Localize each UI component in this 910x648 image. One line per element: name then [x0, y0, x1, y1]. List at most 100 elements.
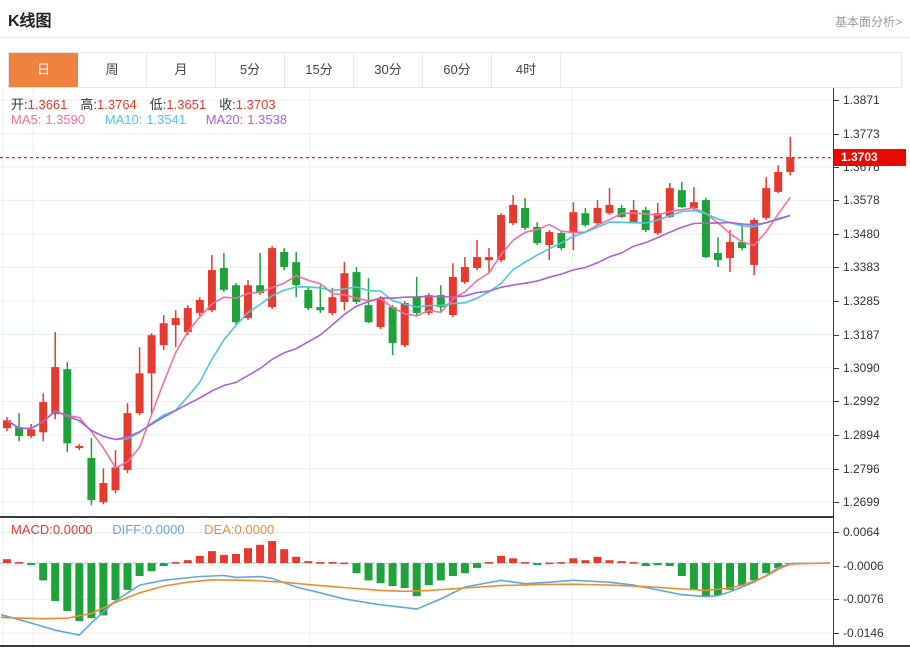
dea-value: 0.0000: [235, 522, 275, 537]
candle: [401, 301, 409, 347]
dea-value-info: DEA:0.0000: [204, 522, 274, 537]
axis-label: -0.0146: [843, 626, 884, 640]
axis-label: 1.2796: [843, 462, 880, 476]
candle: [3, 417, 11, 431]
candle: [581, 208, 589, 227]
macd-bar: [208, 551, 216, 563]
macd-bar: [244, 548, 252, 563]
candle: [618, 205, 626, 218]
macd-bar: [365, 563, 373, 580]
macd-bar: [136, 563, 144, 576]
axis-tick: [834, 134, 839, 135]
candle: [762, 177, 770, 220]
candle: [148, 333, 156, 415]
macd-bar: [148, 563, 156, 571]
candle: [413, 277, 421, 315]
candle: [642, 207, 650, 232]
candle: [51, 332, 59, 419]
tab-月[interactable]: 月: [147, 53, 216, 87]
axis-label: 1.2699: [843, 495, 880, 509]
tab-15分[interactable]: 15分: [285, 53, 354, 87]
chart-area: 开:1.3661高:1.3764低:1.3651收:1.3703 MA5:1.3…: [0, 88, 910, 648]
macd-bar: [618, 561, 626, 563]
ma5-label: MA5:: [11, 112, 41, 127]
macd-bar: [473, 563, 481, 568]
candle: [172, 310, 180, 347]
macd-bar: [702, 563, 710, 596]
macd-bar: [268, 541, 276, 563]
axis-tick: [834, 469, 839, 470]
macd-bar: [726, 563, 734, 590]
macd-bar: [690, 563, 698, 590]
candle: [112, 450, 120, 493]
axis-tick: [834, 301, 839, 302]
axis-label: 1.3090: [843, 361, 880, 375]
candle: [389, 305, 397, 355]
tab-60分[interactable]: 60分: [423, 53, 492, 87]
axis-tick: [834, 599, 839, 600]
candle: [292, 252, 300, 297]
ohlc-info: 开:1.3661高:1.3764低:1.3651收:1.3703: [11, 94, 289, 113]
ma-info: MA5:1.3590 MA10:1.3541 MA20:1.3538: [11, 112, 303, 127]
macd-bar: [27, 563, 35, 565]
tab-日[interactable]: 日: [9, 53, 78, 87]
axis-tick: [834, 267, 839, 268]
tab-周[interactable]: 周: [78, 53, 147, 87]
candle: [714, 237, 722, 267]
ma5-info: MA5: 1.3590: [11, 112, 85, 127]
axis-label: -0.0076: [843, 592, 884, 606]
ma5-value: 1.3590: [45, 112, 85, 127]
candle: [738, 223, 746, 250]
low-label: 低:: [150, 97, 167, 112]
macd-bar: [533, 563, 541, 565]
macd-bar: [112, 563, 120, 600]
axis-label: 1.3383: [843, 260, 880, 274]
macd-bar: [280, 549, 288, 563]
ma20-info: MA20:1.3538: [206, 112, 287, 127]
candlestick-chart[interactable]: [0, 88, 833, 518]
macd-bar: [545, 563, 553, 565]
tab-4时[interactable]: 4时: [492, 53, 561, 87]
macd-bar: [642, 563, 650, 566]
page-title: K线图: [8, 7, 52, 31]
candle: [63, 362, 71, 452]
macd-bar: [51, 563, 59, 601]
candle: [220, 253, 228, 292]
open-value: 1.3661: [28, 97, 68, 112]
macd-info: MACD:0.0000 DIFF: 0.0000 DEA:0.0000: [11, 522, 290, 537]
candle: [461, 257, 469, 284]
macd-bar: [39, 563, 47, 580]
tab-5分[interactable]: 5分: [216, 53, 285, 87]
close-label: 收:: [219, 97, 236, 112]
candle: [316, 285, 324, 313]
candle: [232, 283, 240, 324]
axis-tick: [834, 401, 839, 402]
candle: [304, 287, 312, 310]
candle: [473, 240, 481, 270]
macd-bar: [3, 559, 11, 563]
axis-label: 0.0064: [843, 525, 880, 539]
candle: [280, 248, 288, 270]
candles: [3, 137, 794, 506]
macd-value-info: MACD:0.0000: [11, 522, 93, 537]
candle: [569, 202, 577, 250]
axis-tick: [834, 234, 839, 235]
diff-label: DIFF:: [112, 522, 145, 537]
macd-bar: [437, 563, 445, 580]
macd-bar: [485, 562, 493, 564]
macd-bar: [340, 563, 348, 565]
candle: [39, 393, 47, 441]
axis-label: 1.2992: [843, 394, 880, 408]
axis-tick: [834, 100, 839, 101]
macd-bar: [569, 558, 577, 563]
macd-bar: [292, 557, 300, 563]
macd-bar: [581, 560, 589, 563]
candle: [75, 444, 83, 450]
period-tabbar: 日周月5分15分30分60分4时: [8, 52, 902, 88]
macd-bar: [461, 563, 469, 573]
macd-chart[interactable]: [0, 518, 833, 646]
close-value: 1.3703: [236, 97, 276, 112]
fundamental-analysis-link[interactable]: 基本面分析>: [835, 13, 902, 30]
header-divider: [0, 37, 910, 38]
tab-30分[interactable]: 30分: [354, 53, 423, 87]
